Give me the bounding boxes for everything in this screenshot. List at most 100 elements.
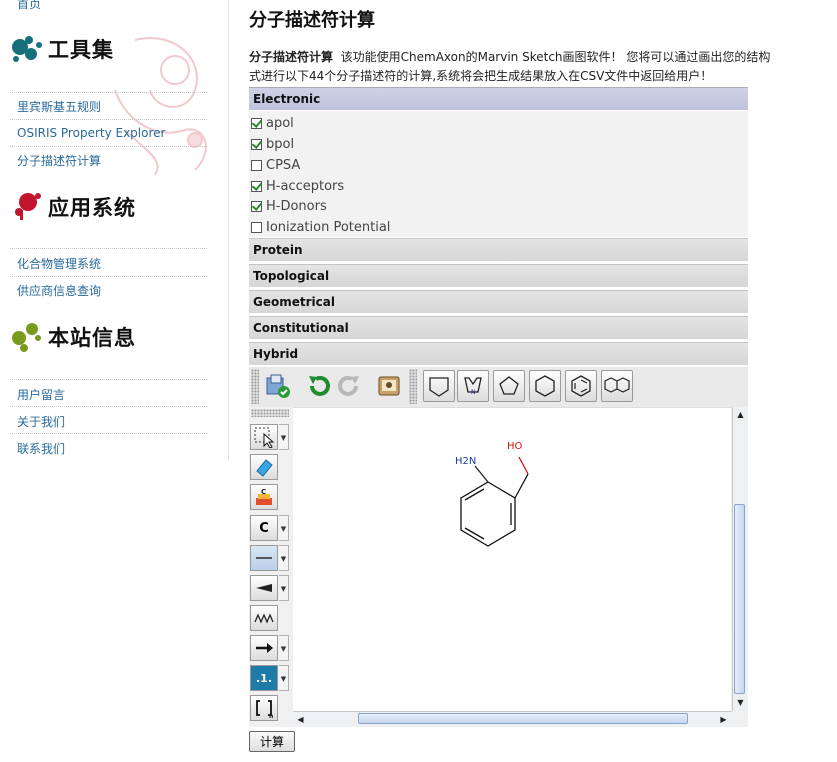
blob-icon-tools: [12, 36, 42, 62]
sidebar-link-osiris[interactable]: OSIRIS Property Explorer: [17, 126, 165, 140]
scroll-left-arrow-icon[interactable]: ◀: [294, 713, 307, 726]
intro-label: 分子描述符计算: [249, 50, 334, 64]
category-header-constitutional[interactable]: Constitutional: [249, 316, 748, 339]
option-h-acceptors[interactable]: H-acceptors: [251, 177, 344, 195]
bracket-tool-icon[interactable]: n: [250, 695, 278, 721]
divider: [10, 92, 207, 93]
option-h-donors[interactable]: H-Donors: [251, 197, 327, 215]
scroll-thumb[interactable]: [358, 713, 688, 724]
cyclopentane-icon[interactable]: [493, 370, 525, 402]
cyclohexane-icon[interactable]: [529, 370, 561, 402]
blob-icon-site-info: [12, 323, 41, 352]
svg-text:n: n: [269, 713, 273, 719]
drawing-canvas[interactable]: H2N HO: [293, 407, 731, 712]
section-title-tools: 工具集: [48, 37, 114, 62]
checkbox[interactable]: [251, 200, 262, 212]
chevron-down-icon[interactable]: ▼: [279, 575, 289, 601]
checkbox[interactable]: [251, 159, 262, 171]
category-header-topological[interactable]: Topological: [249, 264, 748, 287]
decorative-watermark-graphic: [114, 37, 207, 176]
naphthalene-icon[interactable]: [601, 370, 633, 402]
cyclopentane-wedge-icon[interactable]: [423, 370, 455, 402]
category-header-protein[interactable]: Protein: [249, 238, 748, 261]
page-title: 分子描述符计算: [249, 10, 375, 31]
checkbox[interactable]: [251, 180, 262, 192]
svg-text:N: N: [471, 389, 476, 396]
checkbox[interactable]: [251, 138, 262, 150]
sidebar: 首页 工具集 里宾斯基五规则 OSIRIS Property Explorer …: [0, 0, 229, 460]
section-title-site-info: 本站信息: [48, 325, 136, 350]
sidebar-link-messages[interactable]: 用户留言: [17, 386, 65, 403]
section-title-apps: 应用系统: [48, 195, 136, 220]
divider: [10, 406, 207, 407]
template-library-icon[interactable]: [373, 370, 405, 402]
option-cpsa[interactable]: CPSA: [251, 156, 300, 174]
divider: [10, 119, 207, 120]
option-label: H-acceptors: [266, 178, 345, 194]
option-label: H-Donors: [266, 198, 327, 214]
marvin-sketch-editor[interactable]: N ▼ C C ▼ ▼ ▼ ▼ .1. ▼ n H2N HO ▲ ▼ ◀ ▶: [249, 367, 748, 727]
wedge-bond-icon[interactable]: [250, 575, 278, 601]
divider: [10, 146, 207, 147]
undo-icon[interactable]: [303, 370, 335, 402]
sidebar-link-contact[interactable]: 联系我们: [17, 440, 65, 457]
sidebar-link-lipinski[interactable]: 里宾斯基五规则: [17, 98, 101, 115]
horizontal-scrollbar[interactable]: ◀ ▶: [293, 711, 732, 727]
option-label: apol: [266, 115, 294, 131]
benzene-icon[interactable]: [565, 370, 597, 402]
molecule-structure: H2N HO: [455, 441, 529, 547]
electronic-options-panel: apol bpol CPSA H-acceptors H-Donors Ioni…: [249, 111, 748, 237]
chevron-down-icon[interactable]: ▼: [279, 515, 289, 541]
redo-icon[interactable]: [333, 370, 365, 402]
option-apol[interactable]: apol: [251, 114, 294, 132]
single-bond-icon[interactable]: [250, 545, 278, 571]
category-header-geometrical[interactable]: Geometrical: [249, 290, 748, 313]
selection-tool-icon[interactable]: [250, 424, 278, 450]
option-label: CPSA: [266, 157, 301, 173]
sidebar-link-compound-mgmt[interactable]: 化合物管理系统: [17, 255, 101, 272]
option-label: Ionization Potential: [266, 219, 391, 235]
option-bpol[interactable]: bpol: [251, 135, 294, 153]
divider: [10, 379, 207, 380]
option-ionization-potential[interactable]: Ionization Potential: [251, 218, 390, 236]
toolbar-grip[interactable]: [251, 369, 259, 404]
chevron-down-icon[interactable]: ▼: [279, 424, 289, 450]
checkbox[interactable]: [251, 117, 262, 129]
sidebar-link-home[interactable]: 首页: [17, 0, 41, 12]
scroll-down-arrow-icon[interactable]: ▼: [734, 696, 747, 709]
atom-tool-button[interactable]: C: [250, 515, 278, 541]
vertical-scrollbar[interactable]: ▲ ▼: [732, 407, 748, 711]
divider: [10, 248, 207, 249]
eraser-icon[interactable]: [250, 454, 278, 480]
calculate-button[interactable]: 计算: [249, 731, 295, 752]
scroll-thumb[interactable]: [734, 504, 745, 694]
checkbox[interactable]: [251, 221, 262, 233]
option-label: bpol: [266, 136, 295, 152]
sidebar-link-descriptor[interactable]: 分子描述符计算: [17, 152, 101, 169]
intro-text: 分子描述符计算 该功能使用ChemAxon的Marvin Sketch画图软件！…: [249, 48, 833, 86]
import-icon[interactable]: [261, 370, 293, 402]
reaction-arrow-icon[interactable]: [250, 635, 278, 661]
svg-text:C: C: [261, 488, 266, 496]
sidebar-link-supplier[interactable]: 供应商信息查询: [17, 282, 101, 299]
atom-label-oh: HO: [507, 441, 523, 452]
chain-tool-icon[interactable]: [250, 605, 278, 631]
scroll-up-arrow-icon[interactable]: ▲: [734, 408, 747, 421]
chevron-down-icon[interactable]: ▼: [279, 545, 289, 571]
chevron-down-icon[interactable]: ▼: [279, 635, 289, 661]
divider: [10, 276, 207, 277]
atom-map-button[interactable]: .1.: [250, 665, 278, 691]
intro-line-2: 式进行以下44个分子描述符的计算,系统将会把生成结果放入在CSV文件中返回给用户…: [249, 69, 713, 83]
divider: [10, 433, 207, 434]
top-toolbar: N: [249, 367, 748, 407]
category-header-electronic[interactable]: Electronic: [249, 87, 748, 110]
sidebar-link-about[interactable]: 关于我们: [17, 413, 65, 430]
toolbar-grip[interactable]: [409, 369, 417, 404]
scroll-right-arrow-icon[interactable]: ▶: [717, 713, 730, 726]
category-header-hybrid[interactable]: Hybrid: [249, 342, 748, 365]
pyrrole-icon[interactable]: N: [457, 370, 489, 402]
intro-line-1: 该功能使用ChemAxon的Marvin Sketch画图软件！ 您将可以通过画…: [340, 50, 771, 64]
left-toolbar-grip[interactable]: [251, 409, 289, 417]
clean-structure-icon[interactable]: C: [250, 484, 278, 510]
chevron-down-icon[interactable]: ▼: [279, 665, 289, 691]
